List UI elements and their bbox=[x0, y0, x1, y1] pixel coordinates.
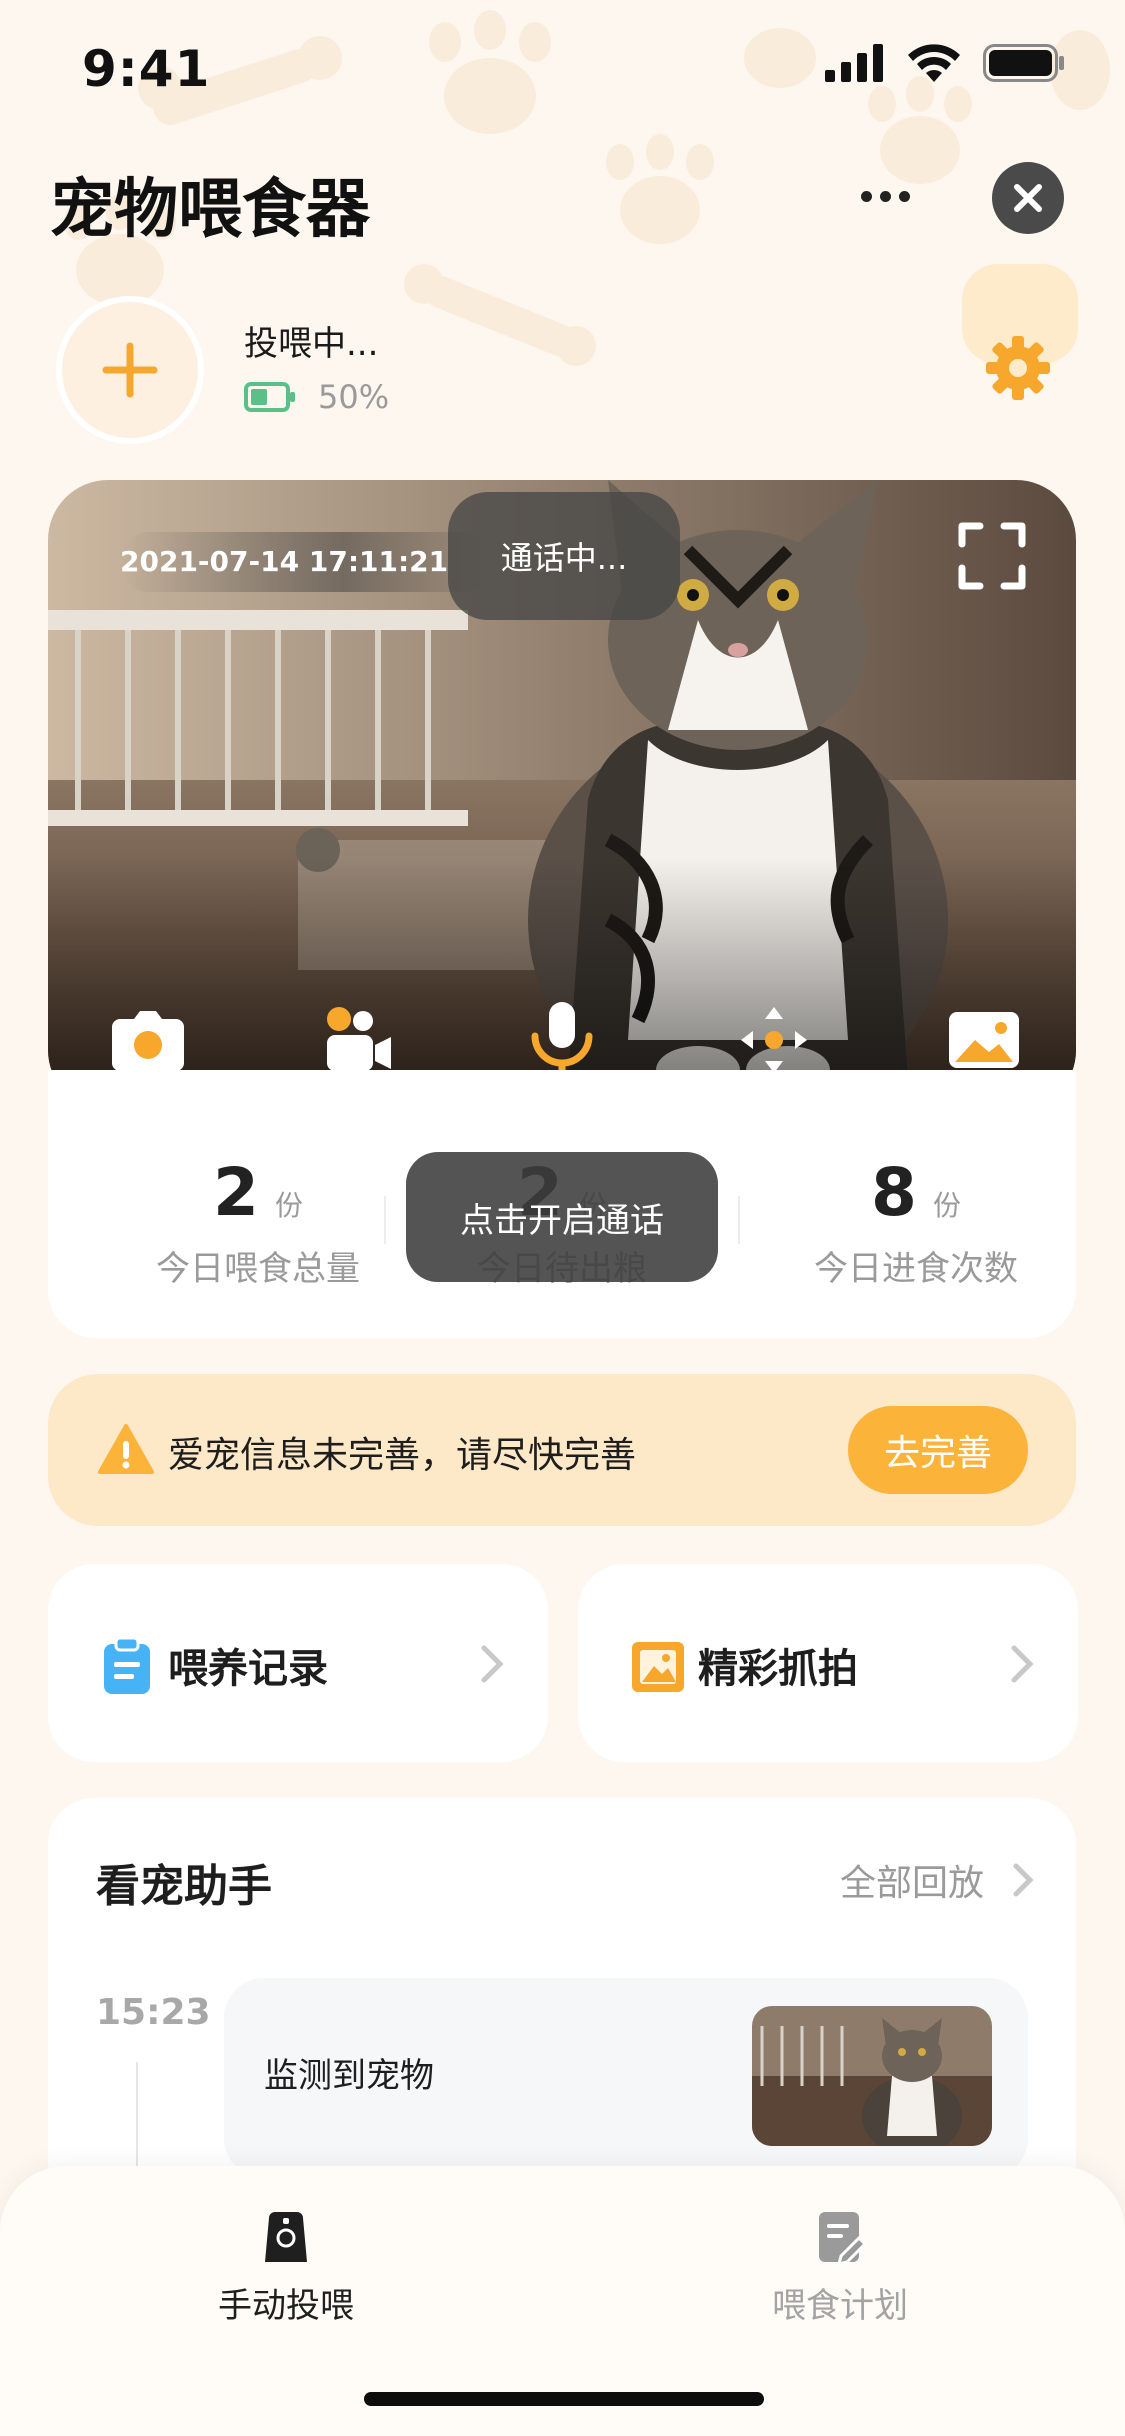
close-button[interactable] bbox=[992, 162, 1064, 234]
battery-icon bbox=[244, 382, 295, 412]
alert-text: 爱宠信息未完善，请尽快完善 bbox=[168, 1435, 637, 1476]
camera-icon bbox=[112, 1011, 184, 1071]
event-thumbnail[interactable] bbox=[752, 2006, 992, 2146]
status-bar: 9:41 bbox=[0, 0, 1125, 132]
clipboard-icon bbox=[104, 1636, 150, 1694]
stat-eat-count: 8 份 今日进食次数 bbox=[756, 1154, 1076, 1290]
status-icons bbox=[825, 44, 1065, 82]
microphone-icon bbox=[531, 1002, 593, 1080]
more-dot-icon bbox=[879, 190, 891, 202]
playback-label: 全部回放 bbox=[839, 1863, 984, 1904]
chevron-right-icon bbox=[1013, 1863, 1034, 1897]
event-label: 监测到宠物 bbox=[264, 2056, 434, 2096]
settings-area bbox=[962, 264, 1078, 412]
warning-icon bbox=[98, 1424, 154, 1474]
quick-link-label: 喂养记录 bbox=[168, 1646, 328, 1692]
tab-label: 喂食计划 bbox=[772, 2286, 908, 2326]
direction-pad-icon bbox=[741, 1007, 807, 1073]
close-icon bbox=[1014, 184, 1042, 212]
battery-status-icon bbox=[983, 44, 1064, 82]
fullscreen-icon[interactable] bbox=[956, 520, 1028, 592]
wifi-icon bbox=[908, 44, 960, 82]
section-title: 看宠助手 bbox=[96, 1861, 272, 1912]
event-time: 15:23 bbox=[96, 1992, 211, 2033]
stat-label: 今日喂食总量 bbox=[156, 1249, 360, 1289]
highlights-card[interactable]: 精彩抓拍 bbox=[578, 1564, 1078, 1762]
toast-message: 点击开启通话 bbox=[406, 1152, 718, 1282]
more-dot-icon bbox=[860, 190, 872, 202]
chevron-right-icon bbox=[1011, 1645, 1034, 1683]
tab-feeding-plan[interactable]: 喂食计划 bbox=[710, 2208, 970, 2348]
feeder-icon bbox=[265, 2212, 307, 2262]
feeding-record-card[interactable]: 喂养记录 bbox=[48, 1564, 548, 1762]
microphone-button[interactable] bbox=[522, 1000, 602, 1080]
stat-label: 今日进食次数 bbox=[814, 1249, 1018, 1289]
stat-total-feed: 2 份 今日喂食总量 bbox=[98, 1154, 418, 1290]
photo-icon bbox=[632, 1642, 684, 1692]
battery-row: 50% bbox=[244, 378, 389, 416]
tab-manual-feed[interactable]: 手动投喂 bbox=[156, 2208, 416, 2348]
call-status-pill: 通话中... bbox=[448, 492, 680, 620]
stat-unit: 份 bbox=[932, 1189, 961, 1222]
direction-control-button[interactable] bbox=[734, 1000, 814, 1080]
video-record-icon bbox=[327, 1007, 391, 1071]
feed-status-text: 投喂中... bbox=[244, 324, 379, 364]
record-button[interactable] bbox=[318, 1000, 398, 1080]
video-timestamp: 2021-07-14 17:11:21 bbox=[120, 532, 493, 592]
stat-value: 2 bbox=[213, 1154, 259, 1231]
gallery-button[interactable] bbox=[944, 1000, 1024, 1080]
more-dot-icon bbox=[898, 190, 910, 202]
complete-info-button[interactable]: 去完善 bbox=[848, 1406, 1028, 1494]
gear-icon[interactable] bbox=[984, 334, 1052, 402]
stat-unit: 份 bbox=[274, 1189, 303, 1222]
battery-percent: 50% bbox=[318, 378, 390, 416]
status-time: 9:41 bbox=[82, 40, 211, 98]
pet-info-alert: 爱宠信息未完善，请尽快完善 去完善 bbox=[48, 1374, 1076, 1526]
add-device-button[interactable] bbox=[56, 296, 204, 444]
chevron-right-icon bbox=[481, 1645, 504, 1683]
plus-icon bbox=[102, 342, 158, 398]
more-options-button[interactable] bbox=[850, 166, 920, 226]
event-item[interactable]: 监测到宠物 bbox=[224, 1978, 1028, 2178]
live-video-feed[interactable]: 2021-07-14 17:11:21 通话中... bbox=[48, 480, 1076, 1110]
cellular-signal-icon bbox=[825, 44, 883, 82]
quick-link-label: 精彩抓拍 bbox=[698, 1646, 858, 1692]
stat-value: 8 bbox=[871, 1154, 917, 1231]
cat-thumbnail-image bbox=[752, 2006, 992, 2146]
gallery-icon bbox=[949, 1012, 1019, 1068]
edit-plan-icon bbox=[819, 2212, 865, 2266]
divider bbox=[738, 1196, 740, 1244]
divider bbox=[384, 1196, 386, 1244]
tab-label: 手动投喂 bbox=[218, 2286, 354, 2326]
page-title: 宠物喂食器 bbox=[50, 173, 370, 247]
snapshot-button[interactable] bbox=[108, 1000, 188, 1080]
view-all-playback-link[interactable]: 全部回放 bbox=[840, 1854, 1034, 1906]
home-indicator bbox=[364, 2392, 764, 2406]
